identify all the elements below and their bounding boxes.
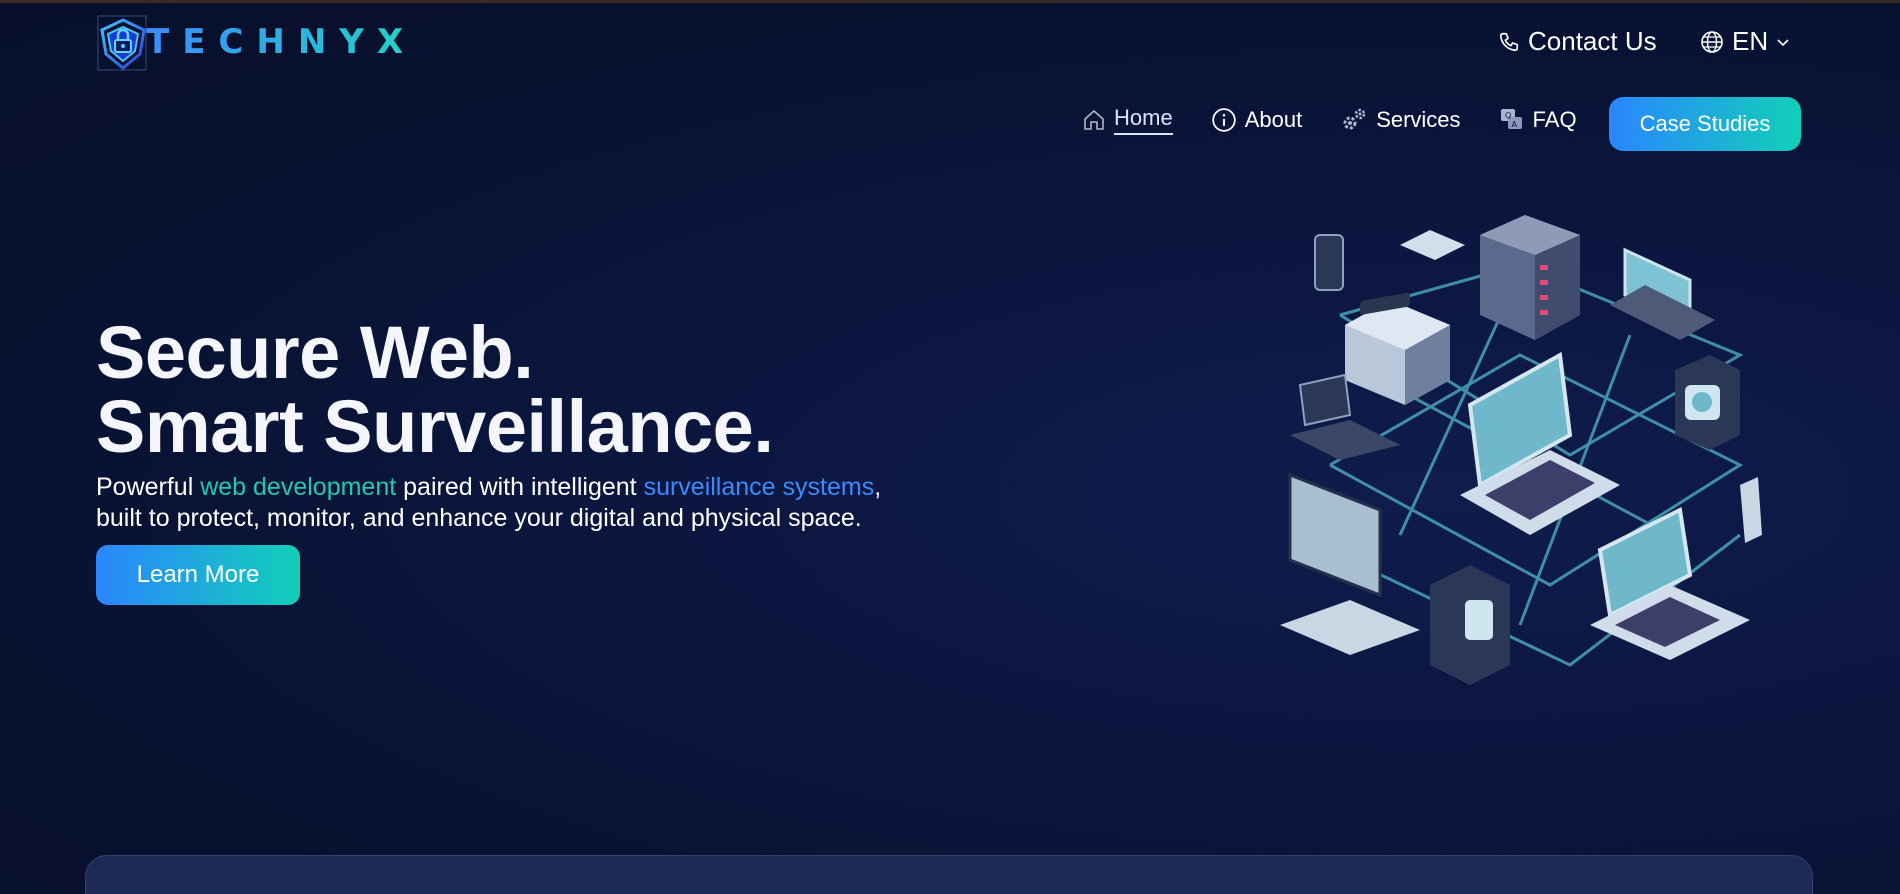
learn-more-button[interactable]: Learn More bbox=[96, 545, 300, 605]
globe-icon bbox=[1701, 30, 1723, 53]
nav-item-home[interactable]: Home bbox=[1082, 105, 1173, 135]
brand-name: TECHNYX bbox=[146, 22, 417, 62]
language-label: EN bbox=[1732, 26, 1769, 56]
laptop-graphic bbox=[1610, 247, 1715, 340]
dvr-stack-graphic bbox=[1345, 292, 1450, 405]
contact-us-label: Contact Us bbox=[1528, 26, 1657, 56]
hero-sub-text: Powerful bbox=[96, 473, 201, 501]
language-selector[interactable]: EN bbox=[1700, 26, 1790, 57]
nav-home-label: Home bbox=[1114, 105, 1173, 135]
svg-text:A: A bbox=[1511, 120, 1517, 129]
camera-device-graphic bbox=[1675, 355, 1740, 450]
nav-item-about[interactable]: About bbox=[1211, 107, 1303, 133]
storage-device-graphic bbox=[1430, 565, 1510, 685]
hero-title: Secure Web. Smart Surveillance. bbox=[96, 311, 774, 468]
chevron-down-icon bbox=[1777, 38, 1789, 46]
gears-icon bbox=[1343, 108, 1366, 130]
case-studies-button[interactable]: Case Studies bbox=[1609, 97, 1801, 151]
nav-item-services[interactable]: Services bbox=[1340, 106, 1461, 134]
phone-icon bbox=[1499, 32, 1519, 51]
home-icon bbox=[1084, 110, 1104, 130]
main-nav: Home About Services A Q FAQ bbox=[1082, 105, 1615, 135]
hero-subtitle: Powerful web development paired with int… bbox=[96, 472, 956, 534]
hero-title-line-1: Secure Web. bbox=[96, 311, 534, 394]
nav-services-label: Services bbox=[1376, 107, 1461, 132]
nav-item-faq[interactable]: A Q FAQ bbox=[1499, 107, 1577, 133]
info-icon bbox=[1211, 108, 1236, 132]
nav-about-label: About bbox=[1244, 107, 1303, 132]
brand-logo[interactable]: TECHNYX bbox=[96, 14, 416, 72]
nav-faq-label: FAQ bbox=[1532, 107, 1577, 132]
svg-text:Q: Q bbox=[1505, 111, 1511, 120]
window-top-border bbox=[0, 0, 1900, 3]
content-card bbox=[85, 855, 1813, 894]
hero-sub-text: paired with intelligent bbox=[396, 473, 644, 501]
faq-icon: A Q bbox=[1500, 109, 1522, 129]
laptop-graphic-2 bbox=[1590, 506, 1750, 660]
hero-sub-line-2: built to protect, monitor, and enhance y… bbox=[96, 504, 862, 532]
center-laptop-graphic bbox=[1460, 351, 1620, 535]
hero-highlight-web: web development bbox=[200, 473, 397, 501]
shield-lock-logo-icon bbox=[97, 15, 147, 71]
network-devices-illustration bbox=[1280, 215, 1762, 685]
hero-sub-text: , bbox=[874, 473, 882, 501]
hero-highlight-surveillance: surveillance systems bbox=[643, 473, 875, 501]
server-rack-graphic bbox=[1480, 215, 1580, 340]
contact-us-link[interactable]: Contact Us bbox=[1498, 26, 1657, 57]
hero-title-line-2: Smart Surveillance. bbox=[96, 385, 774, 468]
